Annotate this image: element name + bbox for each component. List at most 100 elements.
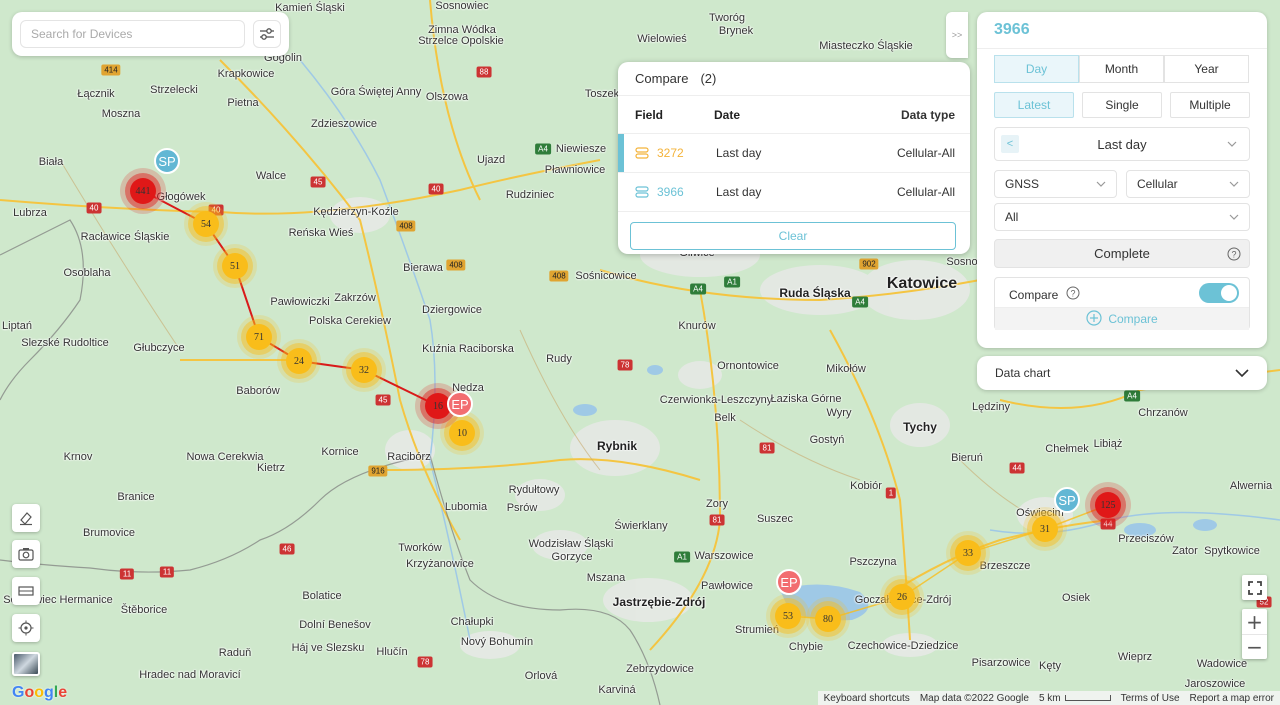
device-id-title: 3966 (994, 21, 1030, 38)
compare-row-date: Last day (716, 146, 762, 160)
period-tabs: Day Month Year (994, 55, 1249, 83)
report-error-link[interactable]: Report a map error (1190, 693, 1274, 704)
search-input[interactable] (20, 20, 245, 48)
place-label: Warszowice (694, 550, 754, 562)
locate-button[interactable] (12, 614, 40, 642)
road-shield: A4 (1124, 390, 1140, 402)
end-point-marker[interactable]: EP (776, 569, 802, 595)
place-label: Mikołów (826, 363, 866, 375)
place-label: Zebrzydowice (626, 663, 694, 675)
place-label: Knurów (678, 320, 716, 332)
complete-button[interactable]: Complete ? (994, 239, 1250, 268)
cluster-marker[interactable]: 24 (286, 348, 312, 374)
range-prev-button[interactable]: < (1001, 135, 1019, 153)
road-shield: 88 (476, 66, 492, 78)
ruler-tool-button[interactable] (12, 577, 40, 605)
google-logo-letter: G (12, 684, 25, 701)
chevron-down-icon (1225, 137, 1239, 151)
clear-button[interactable]: Clear (630, 222, 956, 250)
source-select[interactable]: GNSS (994, 170, 1117, 198)
road-shield: 408 (549, 270, 569, 282)
place-label: Dziergowice (422, 304, 482, 316)
place-label: Chałupki (450, 616, 494, 628)
place-label: Walce (255, 170, 287, 182)
start-point-marker[interactable]: SP (1054, 487, 1080, 513)
cluster-marker[interactable]: 54 (193, 211, 219, 237)
cluster-marker[interactable]: 80 (815, 606, 841, 632)
place-label: Wodzisław Śląski (528, 538, 614, 550)
divider (977, 48, 1267, 49)
data-chart-toggle[interactable]: Data chart (977, 356, 1267, 390)
place-label: Polska Cerekiew (309, 315, 391, 327)
tab-month[interactable]: Month (1079, 55, 1164, 83)
place-label: Pisarzowice (971, 657, 1031, 669)
compare-section: Compare ? Compare (994, 277, 1250, 330)
add-compare-button[interactable]: Compare (995, 307, 1249, 330)
compare-toggle[interactable] (1199, 283, 1239, 303)
sliders-icon (260, 28, 274, 40)
place-label: Lubomia (444, 501, 488, 513)
cluster-marker[interactable]: 51 (222, 253, 248, 279)
end-point-marker[interactable]: EP (447, 391, 473, 417)
network-select-value: Cellular (1137, 177, 1178, 191)
place-label: Głubczyce (133, 342, 185, 354)
chevron-down-icon (1094, 177, 1108, 191)
zoom-in-button[interactable]: + (1242, 609, 1267, 634)
network-select[interactable]: Cellular (1126, 170, 1250, 198)
place-label: Chybie (788, 641, 824, 653)
cluster-marker-highlight[interactable]: 125 (1095, 492, 1121, 518)
map-type-thumbnail[interactable] (12, 652, 40, 676)
cluster-marker[interactable]: 53 (775, 603, 801, 629)
place-label: Zakrzów (334, 292, 376, 304)
scale-bar (1064, 694, 1111, 701)
compare-row[interactable]: 3966 Last day Cellular-All (618, 173, 970, 212)
place-label: Moszna (101, 108, 141, 120)
place-label: Liptań (2, 320, 32, 332)
place-label: Jaroszowice (1184, 678, 1246, 690)
place-label: Pławniowice (544, 164, 606, 176)
tab-day[interactable]: Day (994, 55, 1079, 83)
road-shield: A1 (674, 551, 690, 563)
place-label: Háj ve Slezsku (291, 642, 365, 654)
road-shield: 78 (617, 359, 633, 371)
road-shield: 11 (119, 568, 135, 580)
help-icon[interactable]: ? (1227, 247, 1241, 264)
cluster-marker[interactable]: 31 (1032, 516, 1058, 542)
eraser-tool-button[interactable] (12, 504, 40, 532)
place-label: Osiek (1061, 592, 1091, 604)
place-label: Olszowa (425, 91, 469, 103)
road-shield: A4 (535, 143, 551, 155)
tab-single[interactable]: Single (1082, 92, 1162, 118)
place-label: Czerwionka-Leszczyny (659, 394, 773, 406)
range-select[interactable]: < Last day (994, 127, 1250, 161)
place-label: Psrów (506, 502, 538, 514)
filter-select[interactable]: All (994, 203, 1250, 231)
cluster-marker-highlight[interactable]: 441 (130, 178, 156, 204)
start-point-marker[interactable]: SP (154, 148, 180, 174)
place-label: Sośnicowice (575, 270, 637, 282)
tab-multiple[interactable]: Multiple (1170, 92, 1250, 118)
compare-row[interactable]: 3272 Last day Cellular-All (618, 134, 970, 173)
place-label: Zory (706, 498, 728, 510)
cluster-marker[interactable]: 26 (889, 584, 915, 610)
place-label: Chrzanów (1138, 407, 1188, 419)
cluster-marker[interactable]: 32 (351, 357, 377, 383)
tab-latest[interactable]: Latest (994, 92, 1074, 118)
keyboard-shortcuts-link[interactable]: Keyboard shortcuts (824, 693, 910, 704)
filter-button[interactable] (253, 20, 281, 48)
help-icon[interactable]: ? (1066, 286, 1080, 303)
cluster-marker[interactable]: 71 (246, 324, 272, 350)
collapse-panel-button[interactable]: >> (946, 12, 968, 58)
place-label: Strzelce Opolskie (418, 35, 504, 47)
fullscreen-button[interactable] (1242, 575, 1267, 600)
device-panel: 3966 Day Month Year Latest Single Multip… (977, 12, 1267, 348)
tab-year[interactable]: Year (1164, 55, 1249, 83)
place-label: Krzyżanowice (406, 558, 474, 570)
place-label: Hradec nad Moravicí (139, 669, 241, 681)
cluster-marker[interactable]: 10 (449, 420, 475, 446)
screenshot-button[interactable] (12, 540, 40, 568)
zoom-out-button[interactable]: − (1242, 634, 1267, 659)
cluster-marker[interactable]: 33 (955, 540, 981, 566)
place-label: Brumovice (83, 527, 135, 539)
terms-link[interactable]: Terms of Use (1121, 693, 1180, 704)
